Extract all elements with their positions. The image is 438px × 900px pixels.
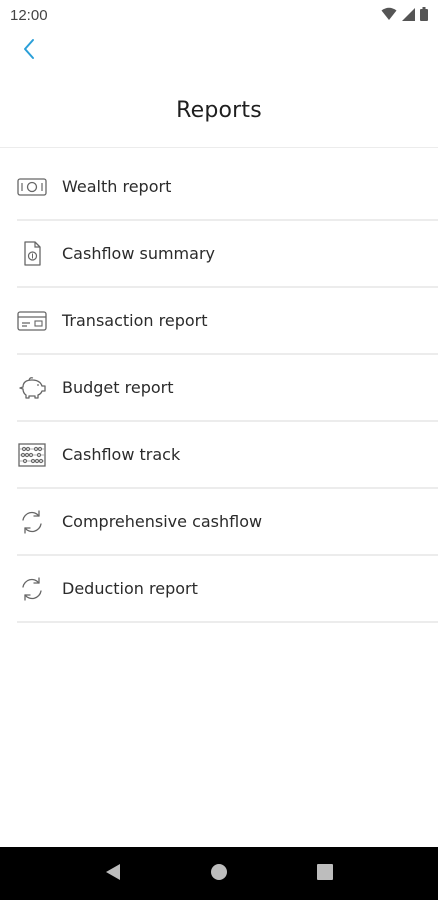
refresh-icon: [17, 507, 47, 537]
status-bar: 12:00: [0, 0, 438, 30]
system-nav-bar: [0, 847, 438, 900]
report-label: Budget report: [62, 378, 174, 397]
report-label: Comprehensive cashflow: [62, 512, 263, 531]
nav-home-button[interactable]: [199, 854, 239, 894]
report-item-budget[interactable]: Budget report: [17, 355, 438, 422]
abacus-icon: [17, 440, 47, 470]
report-item-deduction[interactable]: Deduction report: [17, 556, 438, 623]
report-item-cashflow-track[interactable]: Cashflow track: [17, 422, 438, 489]
cell-signal-icon: [402, 6, 415, 25]
report-label: Deduction report: [62, 579, 198, 598]
refresh-icon: [17, 574, 47, 604]
report-label: Transaction report: [62, 311, 208, 330]
report-label: Wealth report: [62, 177, 172, 196]
back-triangle-icon: [105, 863, 121, 885]
report-item-wealth[interactable]: Wealth report: [17, 154, 438, 221]
top-app-bar: Reports: [0, 30, 438, 148]
battery-icon: [420, 6, 428, 25]
report-item-cashflow-summary[interactable]: Cashflow summary: [17, 221, 438, 288]
banknote-icon: [17, 172, 47, 202]
card-icon: [17, 306, 47, 336]
back-button[interactable]: [14, 36, 44, 66]
recents-square-icon: [317, 863, 333, 884]
wifi-icon: [381, 6, 397, 25]
report-label: Cashflow summary: [62, 244, 215, 263]
status-icons: [381, 6, 428, 25]
nav-recents-button[interactable]: [305, 854, 345, 894]
nav-back-button[interactable]: [93, 854, 133, 894]
document-icon: [17, 239, 47, 269]
report-item-transaction[interactable]: Transaction report: [17, 288, 438, 355]
reports-list: Wealth report Cashflow summary Transacti…: [0, 154, 438, 623]
report-label: Cashflow track: [62, 445, 181, 464]
chevron-left-icon: [22, 38, 36, 64]
report-item-comprehensive-cashflow[interactable]: Comprehensive cashflow: [17, 489, 438, 556]
piggy-bank-icon: [17, 373, 47, 403]
status-time: 12:00: [10, 6, 48, 24]
home-circle-icon: [210, 863, 228, 885]
page-title: Reports: [176, 98, 262, 123]
